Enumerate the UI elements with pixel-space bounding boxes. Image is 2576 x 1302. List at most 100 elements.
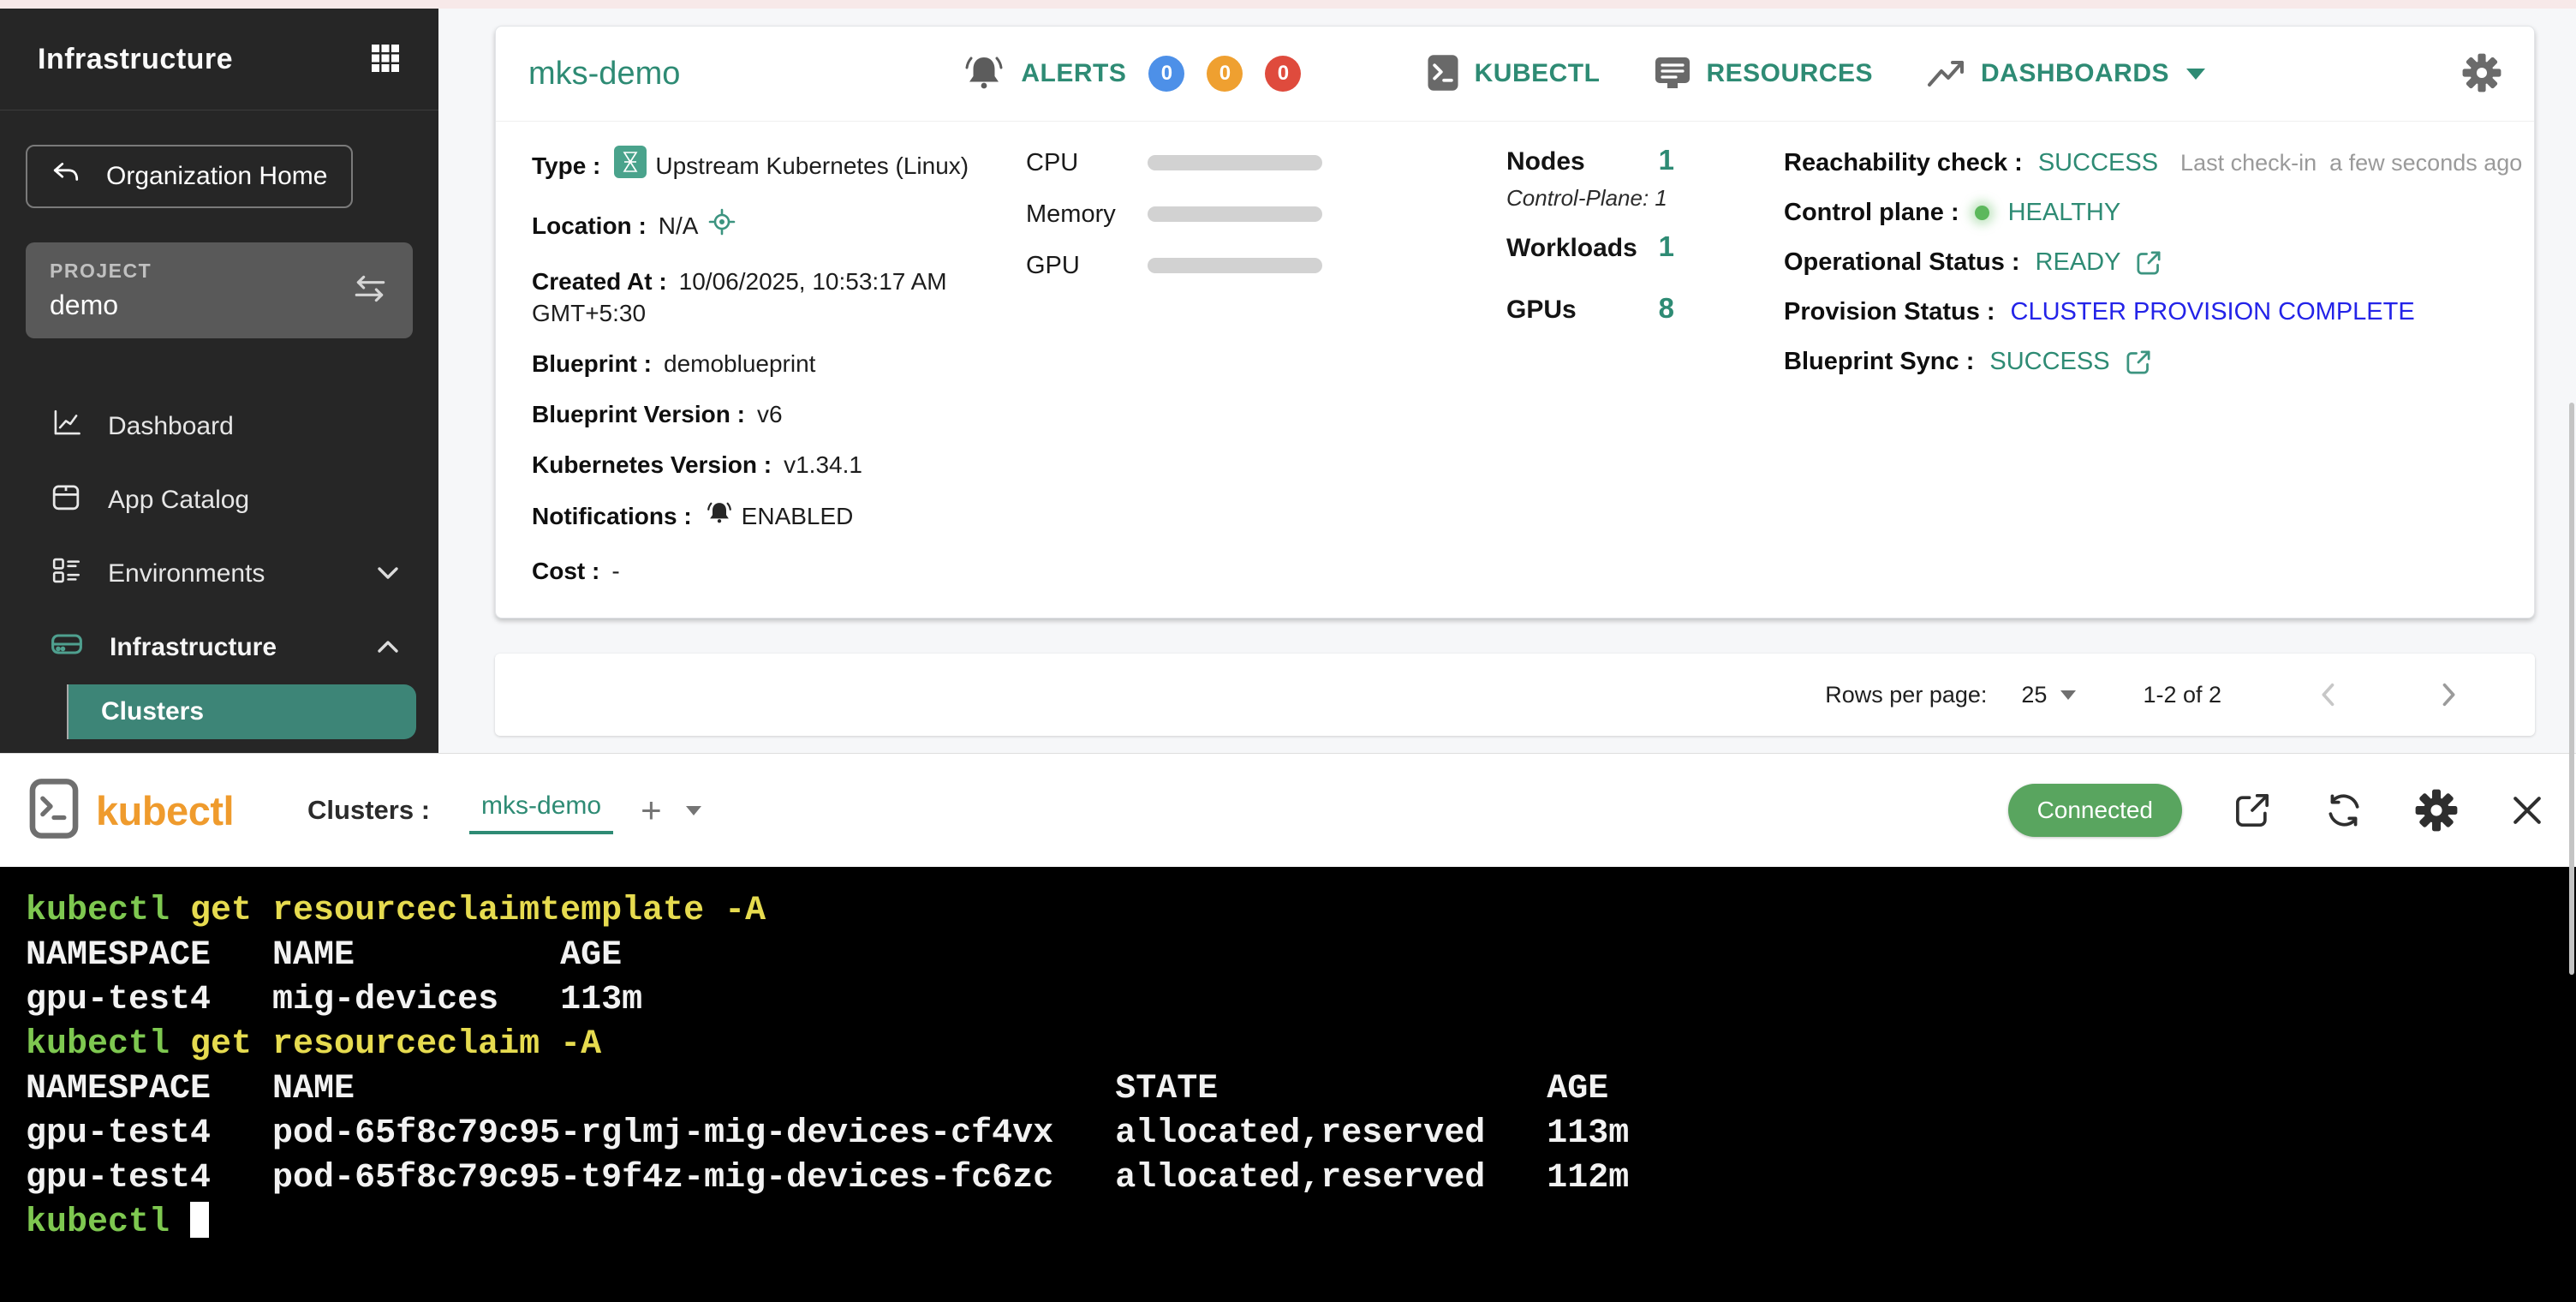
alerts-group[interactable]: ALERTS 0 0 0 [963,52,1301,96]
sidebar-menu: Dashboard App Catalog Environments [0,390,438,739]
project-switcher[interactable]: PROJECT demo [26,242,413,338]
sidebar: Infrastructure Organization Home [0,9,438,753]
cluster-name: mks-demo [528,56,680,93]
cluster-card-header: mks-demo ALERTS 0 0 0 [496,27,2534,122]
sidebar-item-app-catalog[interactable]: App Catalog [0,463,438,537]
swap-project-icon [351,273,389,308]
blueprint-sync-row: Blueprint Sync : SUCCESS [1784,346,2522,378]
sidebar-item-label: Infrastructure [110,633,277,662]
sidebar-item-label: App Catalog [108,486,249,515]
page-scrollbar-thumb[interactable] [2569,403,2574,975]
detail-kubernetes-version: Kubernetes Version :v1.34.1 [532,449,999,481]
chevron-up-icon [375,633,401,662]
terminal-line: NAMESPACE NAME STATE AGE [26,1067,2576,1112]
notification-bell-icon [706,499,733,533]
dashboard-chart-icon [50,407,82,446]
dropdown-caret-icon [2186,69,2205,80]
location-target-icon[interactable] [708,208,736,243]
blueprint-sync-status: SUCCESS [1989,346,2109,378]
apps-grid-button[interactable] [370,43,401,76]
sidebar-header: Infrastructure [0,9,438,110]
detail-blueprint: Blueprint :demoblueprint [532,348,999,379]
usage-meters: CPU Memory GPU [1026,149,1322,303]
sidebar-item-clusters[interactable]: Clusters [69,684,416,739]
sidebar-item-label: Clusters [101,697,204,726]
cluster-actions: KUBECTL RESOURCES [1425,53,2205,95]
cpu-meter: CPU [1026,149,1322,176]
kubectl-button[interactable]: KUBECTL [1425,53,1601,95]
sidebar-item-label: Environments [108,559,265,588]
next-page-button[interactable] [2436,680,2461,709]
operational-status: READY [2036,247,2121,278]
detail-created-at: Created At :10/06/2025, 10:53:17 AM GMT+… [532,266,999,329]
provision-status-row: Provision Status : CLUSTER PROVISION COM… [1784,296,2522,328]
kubectl-terminal[interactable]: kubectl get resourceclaimtemplate -A NAM… [0,867,2576,1302]
resources-button-label: RESOURCES [1706,59,1873,88]
open-in-new-window-button[interactable] [2232,790,2273,831]
kubernetes-type-icon [614,146,647,186]
alert-badge-warning[interactable]: 0 [1207,56,1243,92]
detail-type: Type :Upstream Kubernetes (Linux) [532,146,999,189]
top-edge-tint [0,0,2576,9]
cluster-statuses: Reachability check : SUCCESS Last check-… [1784,147,2522,396]
sidebar-item-dashboard[interactable]: Dashboard [0,390,438,463]
last-checkin-note: Last check-in a few seconds ago [2180,147,2522,179]
control-plane-status: HEALTHY [2008,197,2121,229]
pagination-bar: Rows per page: 25 1-2 of 2 [495,654,2535,736]
project-label: PROJECT [50,260,152,283]
dashboards-button[interactable]: DASHBOARDS [1926,56,2205,93]
terminal-line: NAMESPACE NAME AGE [26,934,2576,978]
kubectl-logo: kubectl [29,778,234,844]
close-terminal-button[interactable] [2507,791,2547,830]
cluster-card-body: Type :Upstream Kubernetes (Linux) Locati… [496,122,2534,617]
detail-blueprint-version: Blueprint Version :v6 [532,398,999,430]
alert-badge-info[interactable]: 0 [1148,56,1184,92]
sidebar-item-environments[interactable]: Environments [0,537,438,611]
reachability-status-row: Reachability check : SUCCESS Last check-… [1784,147,2522,179]
organization-home-label: Organization Home [106,162,327,191]
terminal-settings-button[interactable] [2415,789,2458,832]
sidebar-item-infrastructure[interactable]: Infrastructure [0,611,438,684]
add-cluster-tab-button[interactable]: + [635,791,667,829]
gear-icon [2462,53,2501,95]
cluster-tab-mks-demo[interactable]: mks-demo [469,786,613,834]
nodes-count: 1 [1659,144,1674,176]
connection-status-button[interactable]: Connected [2008,784,2182,837]
open-in-new-icon[interactable] [2124,348,2153,377]
workloads-count: 1 [1659,230,1674,263]
alert-badge-critical[interactable]: 0 [1265,56,1301,92]
control-plane-status-row: Control plane : HEALTHY [1784,197,2522,229]
sidebar-item-label: Dashboard [108,412,234,441]
chevron-down-icon [375,559,401,588]
apps-grid-icon [370,43,401,76]
rows-per-page-value: 25 [2021,682,2047,708]
alert-bell-icon [963,52,1005,96]
terminal-cursor [190,1202,209,1238]
environments-list-icon [50,554,82,594]
rows-per-page-select[interactable]: 25 [2021,682,2076,708]
organization-home-button[interactable]: Organization Home [26,145,353,208]
healthy-dot-icon [1975,206,1989,220]
sidebar-title: Infrastructure [38,43,233,76]
cluster-settings-button[interactable] [2462,53,2501,95]
trending-up-icon [1926,56,1967,93]
select-caret-icon [2060,690,2076,700]
previous-page-button[interactable] [2316,680,2341,709]
operational-status-row: Operational Status : READY [1784,247,2522,278]
gpus-count-row: GPUs 8 [1506,292,1674,325]
terminal-line: gpu-test4 pod-65f8c79c95-rglmj-mig-devic… [26,1112,2576,1156]
refresh-button[interactable] [2323,789,2365,832]
detail-location: Location :N/A [532,208,999,247]
resources-button[interactable]: RESOURCES [1653,53,1873,95]
infrastructure-server-icon [50,627,84,668]
control-plane-note: Control-Plane: 1 [1506,185,1674,212]
gpu-meter: GPU [1026,252,1322,279]
app-catalog-icon [50,481,82,520]
memory-meter: Memory [1026,200,1322,228]
tab-dropdown-caret-icon[interactable] [686,806,701,815]
provision-status: CLUSTER PROVISION COMPLETE [2011,296,2415,328]
open-in-new-icon[interactable] [2134,248,2163,278]
terminal-prompt-line: kubectl [26,1201,2576,1245]
kubectl-panel-header: kubectl Clusters : mks-demo + Connected [0,753,2576,867]
kubectl-logo-text: kubectl [96,787,234,834]
